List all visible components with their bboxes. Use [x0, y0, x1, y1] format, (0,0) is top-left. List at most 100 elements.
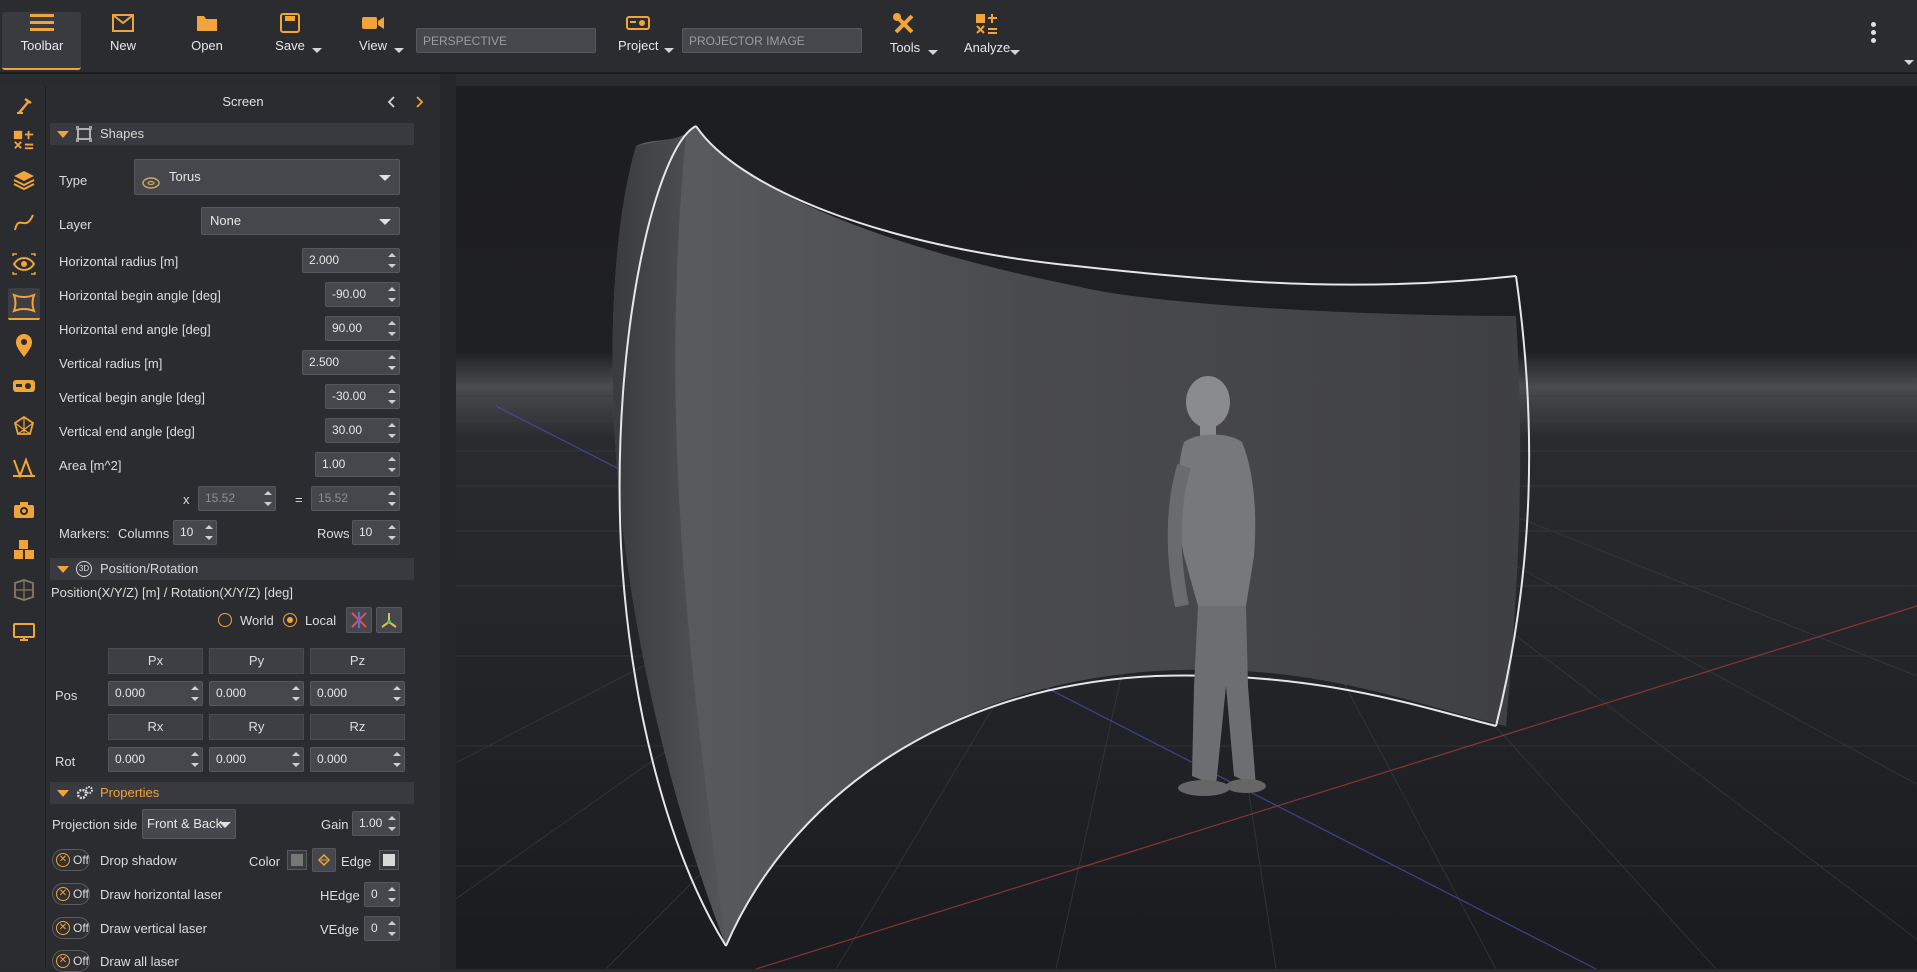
ry-header: Ry [209, 714, 304, 740]
spin-arrows-icon[interactable] [388, 490, 396, 507]
pos-z-input[interactable]: 0.000 [310, 681, 405, 706]
screen-shape-icon[interactable] [8, 288, 40, 320]
project-dropdown-arrow[interactable] [664, 48, 674, 53]
pointer-tool-icon[interactable] [8, 90, 40, 122]
spin-arrows-icon[interactable] [388, 524, 396, 541]
spin-arrows-icon[interactable] [393, 685, 401, 702]
hedge-input[interactable]: 0 [364, 882, 400, 907]
align-axes-button[interactable] [376, 607, 402, 633]
area-input[interactable]: 1.00 [315, 452, 400, 477]
local-radio[interactable] [283, 613, 297, 627]
reset-axes-button[interactable] [346, 607, 372, 633]
width-input[interactable]: 15.52 [198, 486, 276, 511]
horizontal-begin-angle-input[interactable]: -90.00 [325, 282, 400, 307]
world-label: World [240, 613, 274, 628]
area-label: Area [m^2] [59, 458, 122, 473]
layer-dropdown[interactable]: None [201, 207, 400, 235]
spin-arrows-icon[interactable] [191, 751, 199, 768]
columns-input[interactable]: 10 [173, 520, 217, 545]
vertical-end-angle-input[interactable]: 30.00 [325, 418, 400, 443]
rot-z-input[interactable]: 0.000 [310, 747, 405, 772]
spin-arrows-icon[interactable] [388, 320, 396, 337]
blend-mesh-icon[interactable] [8, 574, 40, 606]
pos-x-input[interactable]: 0.000 [108, 681, 203, 706]
edge-swatch[interactable] [379, 850, 399, 870]
vedge-input[interactable]: 0 [364, 916, 400, 941]
gain-input[interactable]: 1.00 [352, 811, 400, 836]
new-button[interactable]: New [103, 12, 143, 53]
vertical-begin-angle-label: Vertical begin angle [deg] [59, 390, 205, 405]
gain-value: 1.00 [359, 816, 383, 830]
spin-arrows-icon[interactable] [388, 286, 396, 303]
horizontal-radius-input[interactable]: 2.000 [302, 248, 400, 273]
projector-image-field[interactable]: PROJECTOR IMAGE [682, 28, 862, 53]
spin-arrows-icon[interactable] [292, 685, 300, 702]
rot-x-input[interactable]: 0.000 [108, 747, 203, 772]
monitor-icon[interactable] [8, 616, 40, 648]
spin-arrows-icon[interactable] [191, 685, 199, 702]
cubes-icon[interactable] [8, 534, 40, 566]
pos-y-input[interactable]: 0.000 [209, 681, 304, 706]
horizontal-begin-angle-value: -90.00 [332, 287, 367, 301]
panel-splitter[interactable] [440, 74, 456, 969]
position-rotation-section-header[interactable]: 3D Position/Rotation [50, 558, 414, 580]
spin-arrows-icon[interactable] [388, 920, 396, 937]
spin-arrows-icon[interactable] [388, 456, 396, 473]
globe-wire-icon[interactable] [8, 410, 40, 442]
spin-arrows-icon[interactable] [388, 815, 396, 832]
save-button[interactable]: Save [274, 12, 322, 53]
more-options-icon[interactable] [1871, 22, 1877, 44]
tools-dropdown-arrow[interactable] [928, 50, 938, 55]
drop-shadow-toggle[interactable]: ✕ Off [52, 849, 90, 871]
spin-arrows-icon[interactable] [388, 252, 396, 269]
save-dropdown-arrow[interactable] [312, 48, 322, 53]
chevron-right-icon[interactable] [412, 95, 426, 109]
spin-arrows-icon[interactable] [388, 354, 396, 371]
eye-view-icon[interactable] [8, 248, 40, 280]
3d-viewport[interactable] [456, 86, 1917, 969]
perspective-field[interactable]: PERSPECTIVE [416, 28, 596, 53]
projector-icon[interactable] [8, 370, 40, 402]
tools-button[interactable]: Tools [888, 12, 938, 55]
horizontal-end-angle-input[interactable]: 90.00 [325, 316, 400, 341]
draw-horizontal-laser-toggle[interactable]: ✕ Off [52, 883, 90, 905]
type-dropdown[interactable]: Torus [134, 159, 400, 195]
properties-section-header[interactable]: Properties [50, 782, 414, 804]
vertical-begin-angle-input[interactable]: -30.00 [325, 384, 400, 409]
spin-arrows-icon[interactable] [292, 751, 300, 768]
view-dropdown-arrow[interactable] [394, 48, 404, 53]
spin-arrows-icon[interactable] [205, 524, 213, 541]
color-swatch[interactable] [287, 850, 307, 870]
toolbar-button[interactable]: Toolbar [18, 12, 66, 53]
photo-camera-icon[interactable] [8, 494, 40, 526]
color-picker-button[interactable] [312, 848, 336, 872]
curve-icon[interactable] [8, 206, 40, 238]
spin-arrows-icon[interactable] [388, 388, 396, 405]
layers-icon[interactable] [8, 164, 40, 196]
vertical-radius-input[interactable]: 2.500 [302, 350, 400, 375]
laser-lines-icon[interactable] [8, 452, 40, 484]
height-input[interactable]: 15.52 [311, 486, 400, 511]
project-button[interactable]: Project [618, 12, 674, 53]
rot-y-input[interactable]: 0.000 [209, 747, 304, 772]
spin-arrows-icon[interactable] [388, 422, 396, 439]
spin-arrows-icon[interactable] [393, 751, 401, 768]
chevron-down-icon [379, 175, 391, 181]
view-button[interactable]: View [356, 12, 404, 53]
toolbar-label: Toolbar [20, 38, 64, 53]
calculate-icon[interactable] [8, 124, 40, 156]
analyze-dropdown-arrow[interactable] [1010, 50, 1020, 55]
toolbar-collapse-arrow[interactable] [1904, 60, 1914, 65]
open-button[interactable]: Open [188, 12, 226, 53]
world-radio[interactable] [218, 613, 232, 627]
spin-arrows-icon[interactable] [388, 886, 396, 903]
shapes-section-header[interactable]: Shapes [50, 123, 414, 145]
location-pin-icon[interactable] [8, 330, 40, 362]
draw-vertical-laser-toggle[interactable]: ✕ Off [52, 917, 90, 939]
rows-input[interactable]: 10 [352, 520, 400, 545]
spin-arrows-icon[interactable] [264, 490, 272, 507]
analyze-button[interactable]: Analyze [964, 12, 1020, 55]
chevron-left-icon[interactable] [385, 95, 399, 109]
projection-side-dropdown[interactable]: Front & Back [142, 809, 236, 839]
type-label: Type [59, 173, 88, 188]
